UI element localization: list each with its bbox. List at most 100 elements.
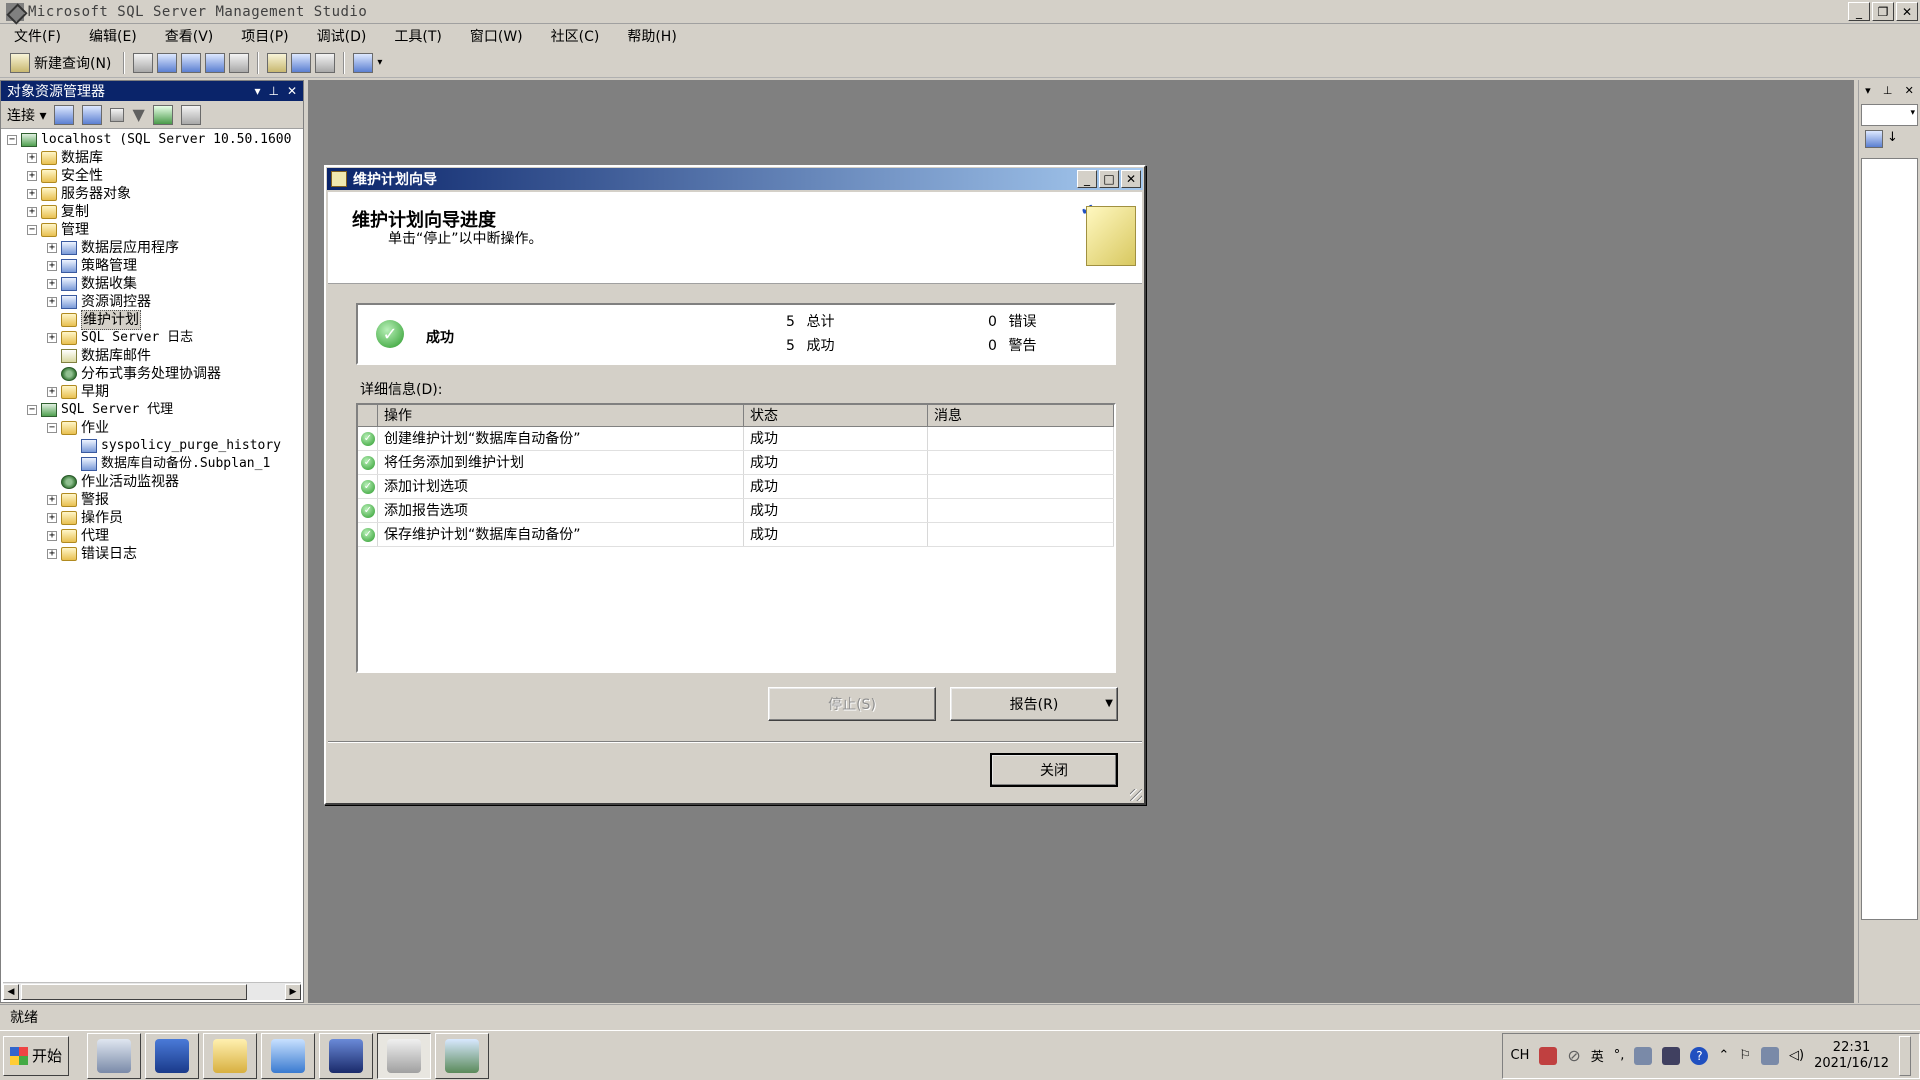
tree-node-operators[interactable]: + 操作员	[1, 509, 303, 527]
restore-button[interactable]: ❐	[1872, 2, 1894, 21]
expand-icon[interactable]: +	[47, 333, 57, 343]
expand-icon[interactable]: +	[47, 531, 57, 541]
menu-community[interactable]: 社区(C)	[543, 26, 608, 46]
disconnect-icon[interactable]	[82, 104, 103, 125]
menu-window[interactable]: 窗口(W)	[462, 26, 531, 46]
close-window-button[interactable]: ✕	[1896, 2, 1918, 21]
panel-dropdown-icon[interactable]: ▾	[254, 84, 260, 98]
dialog-maximize-button[interactable]: □	[1099, 170, 1119, 188]
tree-node-security[interactable]: + 安全性	[1, 167, 303, 185]
table-row[interactable]: ✓ 保存维护计划“数据库自动备份” 成功	[358, 523, 1114, 547]
scroll-left-icon[interactable]: ◀	[3, 984, 19, 1000]
taskbar-sql-config[interactable]	[435, 1032, 490, 1079]
tree-node-databases[interactable]: + 数据库	[1, 149, 303, 167]
collapse-icon[interactable]: −	[27, 225, 37, 235]
table-row[interactable]: ✓ 将任务添加到维护计划 成功	[358, 451, 1114, 475]
tree-node-server-objects[interactable]: + 服务器对象	[1, 185, 303, 203]
open-file-icon[interactable]	[267, 52, 288, 73]
ime-mode-label[interactable]: 英	[1591, 1046, 1604, 1065]
connect-button[interactable]: 连接 ▾	[7, 105, 46, 125]
expand-icon[interactable]: +	[27, 189, 37, 199]
new-query-button[interactable]: 新建查询(N)	[6, 51, 115, 75]
column-header-message[interactable]: 消息	[928, 405, 1114, 426]
tree-node-data-tier[interactable]: + 数据层应用程序	[1, 239, 303, 257]
save-icon[interactable]	[291, 52, 312, 73]
menu-project[interactable]: 项目(P)	[233, 26, 296, 46]
volume-icon[interactable]: ◁)	[1789, 1048, 1804, 1063]
scroll-right-icon[interactable]: ▶	[285, 984, 301, 1000]
network-icon[interactable]	[1760, 1046, 1779, 1065]
tree-node-data-collection[interactable]: + 数据收集	[1, 275, 303, 293]
ime-icon[interactable]	[1539, 1046, 1558, 1065]
details-grid[interactable]: 操作 状态 消息 ✓ 创建维护计划“数据库自动备份” 成功 ✓ 将任务添加到维护…	[356, 403, 1116, 673]
expand-icon[interactable]: +	[47, 495, 57, 505]
tree-node-proxies[interactable]: + 代理	[1, 527, 303, 545]
column-header-status[interactable]: 状态	[744, 405, 928, 426]
panel-close-icon[interactable]: ✕	[287, 84, 297, 98]
expand-icon[interactable]: +	[47, 549, 57, 559]
start-button[interactable]: 开始	[3, 1035, 70, 1076]
collapse-icon[interactable]: −	[27, 405, 37, 415]
collapse-icon[interactable]: −	[7, 135, 17, 145]
connect-engine-icon[interactable]	[54, 104, 75, 125]
language-indicator[interactable]: CH	[1511, 1048, 1530, 1063]
dialog-minimize-button[interactable]: _	[1077, 170, 1097, 188]
show-hidden-icons-icon[interactable]: ⌃	[1718, 1048, 1729, 1063]
expand-icon[interactable]: +	[27, 171, 37, 181]
toolbar-overflow-icon[interactable]: ▾	[377, 57, 382, 68]
alphabetical-icon[interactable]: ↓	[1887, 130, 1898, 148]
collapse-icon[interactable]: −	[47, 423, 57, 433]
menu-view[interactable]: 查看(V)	[157, 26, 222, 46]
tree-node-management[interactable]: − 管理	[1, 221, 303, 239]
clock[interactable]: 22:31 2021/16/12	[1814, 1040, 1889, 1072]
tree-node-error-logs[interactable]: + 错误日志	[1, 545, 303, 563]
menu-help[interactable]: 帮助(H)	[619, 26, 684, 46]
tree-node-replication[interactable]: + 复制	[1, 203, 303, 221]
action-center-flag-icon[interactable]: ⚐	[1739, 1048, 1751, 1063]
properties-object-select[interactable]: ▾	[1861, 104, 1918, 126]
keyboard-icon[interactable]	[1662, 1046, 1681, 1065]
tree-node-jobs[interactable]: − 作业	[1, 419, 303, 437]
taskbar-server-manager[interactable]	[87, 1032, 142, 1079]
resize-grip-icon[interactable]	[1130, 789, 1142, 801]
new-file-icon[interactable]	[133, 52, 154, 73]
summary-icon[interactable]	[180, 104, 201, 125]
analysis-query-icon[interactable]	[181, 52, 202, 73]
ime-disabled-icon[interactable]: ⊘	[1567, 1046, 1580, 1065]
panel-close-icon[interactable]: ✕	[1905, 84, 1914, 97]
taskbar-ssms-tools[interactable]	[319, 1032, 374, 1079]
tree-node-resource-governor[interactable]: + 资源调控器	[1, 293, 303, 311]
chevron-down-icon[interactable]: ▼	[1105, 698, 1113, 709]
report-button[interactable]: 报告(R) ▼	[950, 687, 1118, 721]
menu-file[interactable]: 文件(F)	[6, 26, 69, 46]
taskbar-explorer[interactable]	[203, 1032, 258, 1079]
expand-icon[interactable]: +	[27, 153, 37, 163]
stop-button[interactable]: 停止(S)	[768, 687, 936, 721]
pin-icon[interactable]: ⊥	[268, 84, 278, 98]
database-engine-query-icon[interactable]	[157, 52, 178, 73]
taskbar-ssms[interactable]	[377, 1032, 432, 1079]
table-row[interactable]: ✓ 添加计划选项 成功	[358, 475, 1114, 499]
tree-node-policy[interactable]: + 策略管理	[1, 257, 303, 275]
tree-node-db-mail[interactable]: 数据库邮件	[1, 347, 303, 365]
scroll-thumb[interactable]	[21, 984, 247, 1000]
tree-node-alerts[interactable]: + 警报	[1, 491, 303, 509]
menu-tools[interactable]: 工具(T)	[386, 26, 449, 46]
expand-icon[interactable]: +	[47, 261, 57, 271]
activity-monitor-icon[interactable]	[353, 52, 374, 73]
dialog-close-button[interactable]: ✕	[1121, 170, 1141, 188]
tree-node-maintenance-plans[interactable]: 维护计划	[1, 310, 303, 330]
refresh-icon[interactable]	[152, 104, 173, 125]
tree-node-dtc[interactable]: 分布式事务处理协调器	[1, 365, 303, 383]
tree-node-agent[interactable]: − SQL Server 代理	[1, 401, 303, 419]
expand-icon[interactable]: +	[47, 243, 57, 253]
punctuation-icon[interactable]: °,	[1614, 1048, 1625, 1063]
ime-settings-icon[interactable]	[1634, 1046, 1653, 1065]
xmla-query-icon[interactable]	[205, 52, 226, 73]
categorized-icon[interactable]	[1865, 130, 1883, 148]
stop-icon[interactable]	[110, 107, 125, 122]
add-item-icon[interactable]	[229, 52, 250, 73]
expand-icon[interactable]: +	[47, 297, 57, 307]
tree-node-job[interactable]: syspolicy_purge_history	[1, 437, 303, 455]
minimize-button[interactable]: _	[1848, 2, 1870, 21]
